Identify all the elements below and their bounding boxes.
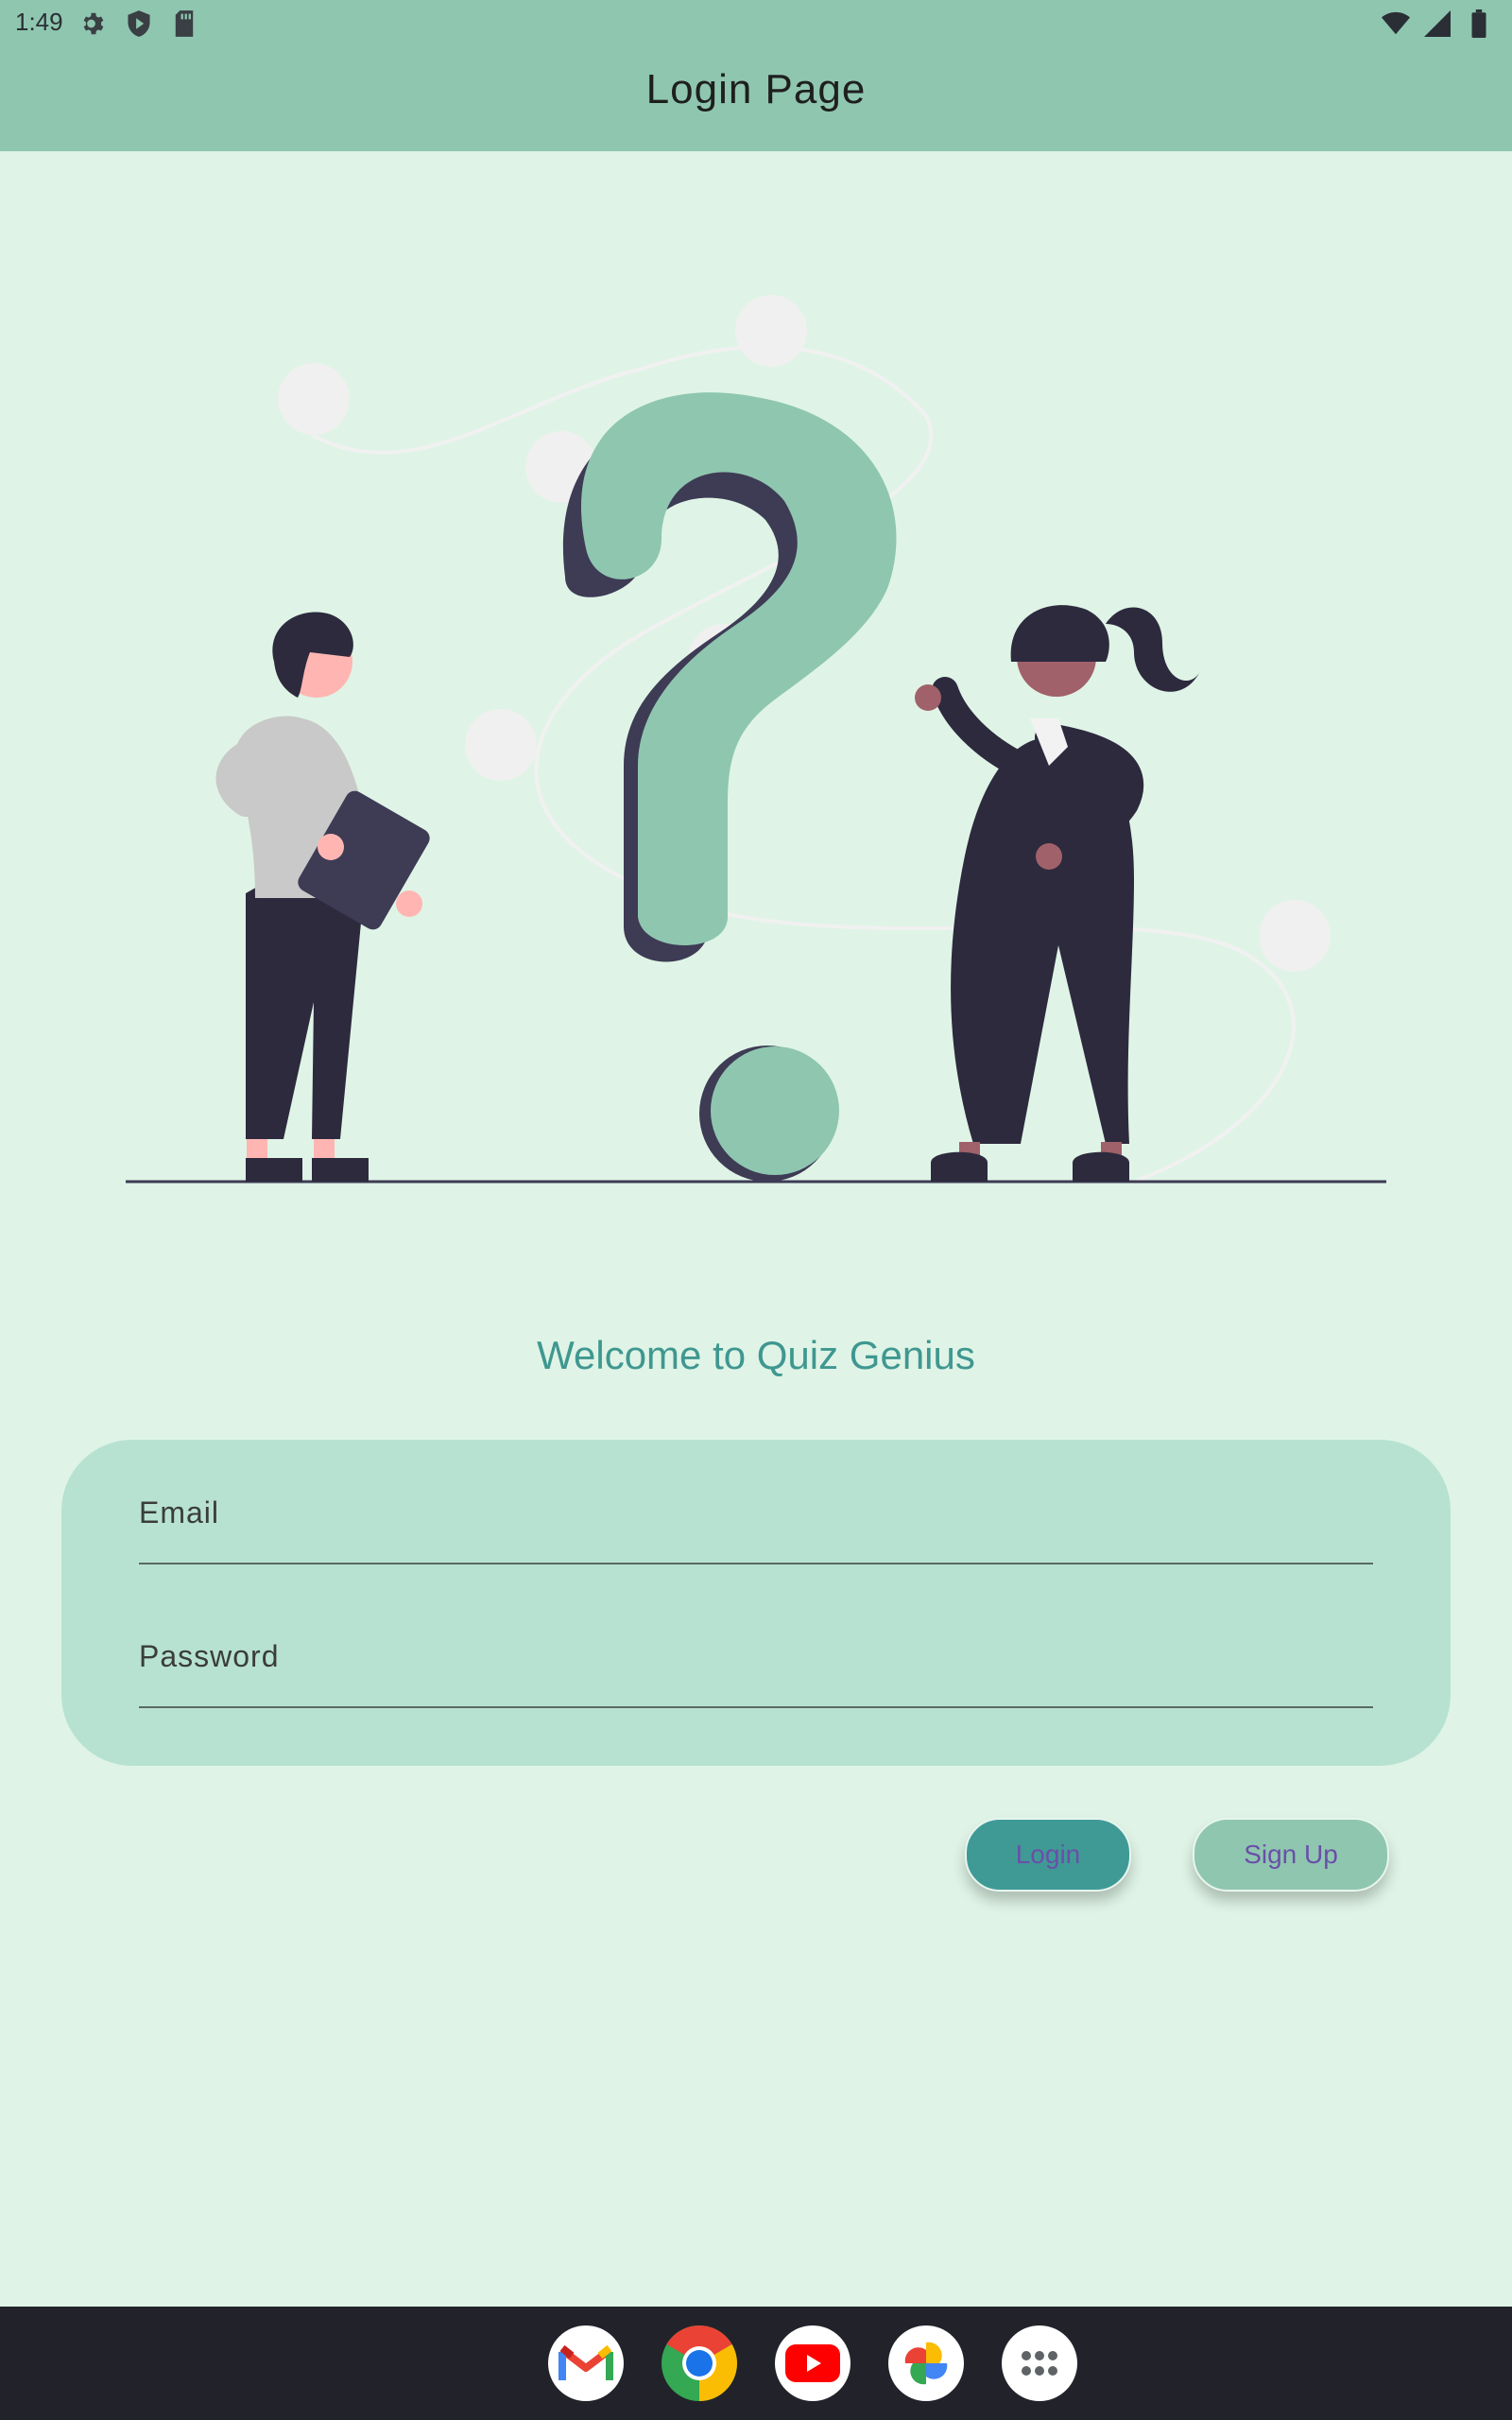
- email-field[interactable]: [139, 1478, 1373, 1564]
- email-input[interactable]: [139, 1495, 1373, 1530]
- signup-button[interactable]: Sign Up: [1193, 1818, 1389, 1892]
- login-form-card: [61, 1440, 1451, 1766]
- settings-icon: [79, 9, 108, 38]
- gmail-icon[interactable]: [548, 2325, 624, 2401]
- welcome-heading: Welcome to Quiz Genius: [537, 1333, 975, 1377]
- password-field[interactable]: [139, 1621, 1373, 1708]
- password-input[interactable]: [139, 1639, 1373, 1674]
- youtube-icon[interactable]: [775, 2325, 850, 2401]
- status-bar: 1:49: [0, 0, 1512, 47]
- man-figure: [215, 612, 430, 1182]
- wifi-icon: [1382, 9, 1410, 38]
- status-time: 1:49: [15, 8, 63, 36]
- photos-icon[interactable]: [888, 2325, 964, 2401]
- page-title: Login Page: [645, 66, 867, 112]
- chrome-icon[interactable]: [662, 2325, 737, 2401]
- status-icons-right: [1382, 9, 1493, 38]
- question-mark-people-illustration: [126, 295, 1386, 1184]
- login-button[interactable]: Login: [965, 1818, 1131, 1892]
- app-bar: 1:49 Login Page: [0, 0, 1512, 151]
- shield-play-icon: [125, 9, 153, 38]
- cell-signal-icon: [1423, 9, 1452, 38]
- battery-icon: [1465, 9, 1493, 38]
- app-drawer-icon[interactable]: [1002, 2325, 1077, 2401]
- woman-figure: [915, 605, 1200, 1182]
- sd-card-icon: [170, 9, 198, 38]
- status-icons-left: [79, 9, 198, 38]
- app-dock: [0, 2307, 1512, 2420]
